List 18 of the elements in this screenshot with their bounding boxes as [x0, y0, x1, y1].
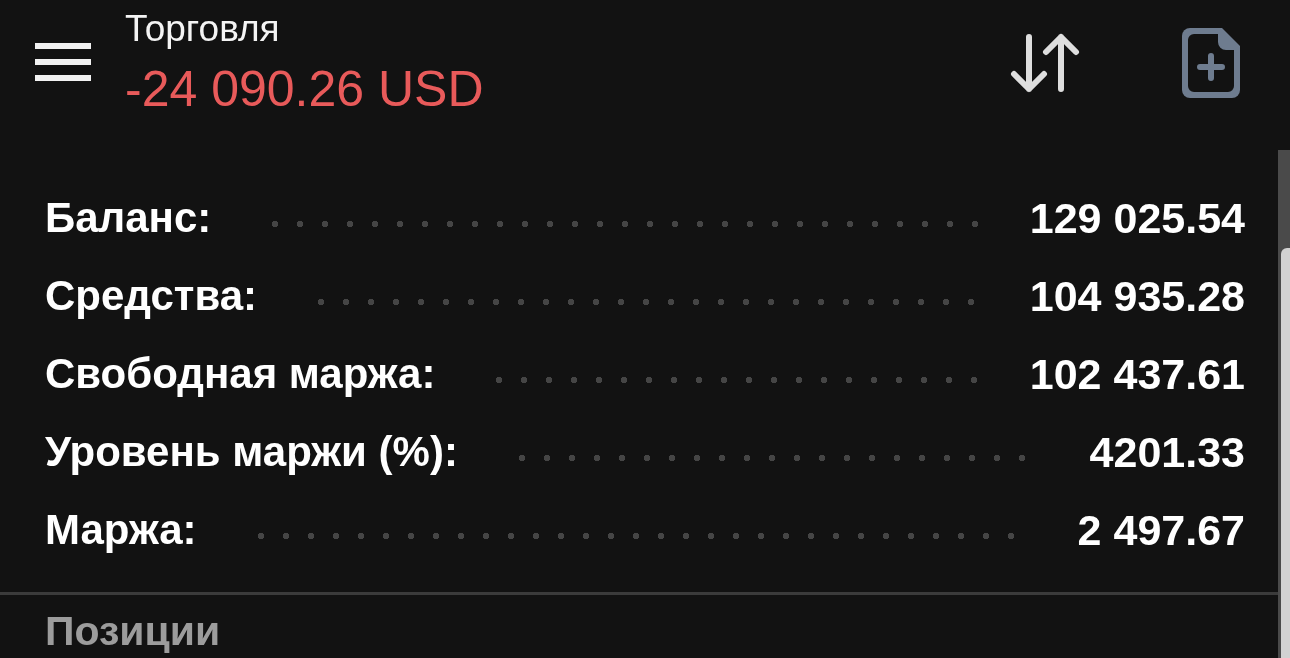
account-label: Свободная маржа:	[45, 350, 436, 398]
section-title: Позиции	[44, 607, 222, 655]
menu-icon[interactable]	[35, 43, 91, 81]
profit-amount: -24 090.26 USD	[125, 60, 484, 119]
sort-arrows-icon[interactable]	[1010, 33, 1080, 93]
account-label: Средства:	[45, 272, 257, 320]
account-value: 104 935.28	[1029, 271, 1245, 321]
account-value: 102 437.61	[1029, 349, 1245, 399]
screen-title: Торговля	[125, 7, 281, 51]
account-label: Маржа:	[45, 506, 197, 554]
scrollbar-track[interactable]	[1278, 150, 1290, 658]
account-label: Баланс:	[45, 194, 212, 242]
account-value: 129 025.54	[1029, 193, 1245, 243]
account-label: Уровень маржи (%):	[45, 428, 458, 476]
add-document-icon[interactable]	[1182, 28, 1240, 98]
account-value: 4201.33	[1089, 427, 1245, 477]
scrollbar-thumb[interactable]	[1281, 248, 1290, 658]
account-value: 2 497.67	[1077, 505, 1245, 555]
